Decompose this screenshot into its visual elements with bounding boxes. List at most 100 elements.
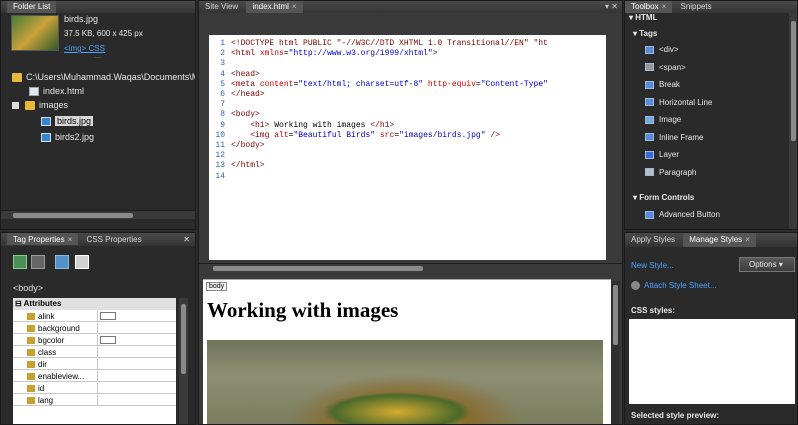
tab-apply-styles[interactable]: Apply Styles bbox=[625, 233, 681, 247]
code-line[interactable]: 8 <body> bbox=[211, 110, 606, 120]
attribute-row[interactable]: lang bbox=[13, 395, 176, 406]
file-index-html[interactable]: index.html bbox=[1, 85, 195, 97]
design-vscroll[interactable] bbox=[611, 281, 620, 424]
attribute-name: background bbox=[38, 324, 80, 333]
properties-icon[interactable] bbox=[75, 255, 89, 269]
toolbox-item[interactable]: Break bbox=[645, 78, 680, 91]
pin-icon[interactable]: ✕ bbox=[183, 233, 190, 246]
toolbox-vscroll[interactable] bbox=[789, 13, 797, 229]
tab-site-view[interactable]: Site View bbox=[199, 1, 244, 13]
code-line[interactable]: 9 <h1> Working with images </h1> bbox=[211, 121, 606, 131]
attribute-icon bbox=[27, 385, 35, 393]
attribute-row[interactable]: bgcolor bbox=[13, 335, 176, 346]
code-line[interactable]: 13 </html> bbox=[211, 161, 606, 171]
hscroll-thumb[interactable] bbox=[213, 266, 423, 271]
tab-folder-list[interactable]: Folder List bbox=[7, 1, 57, 13]
tab-tag-properties[interactable]: Tag Properties × bbox=[7, 233, 79, 245]
vscroll-thumb[interactable] bbox=[791, 21, 796, 141]
code-line[interactable]: 4 <head> bbox=[211, 70, 606, 80]
code-line[interactable]: 1 <!DOCTYPE html PUBLIC "-//W3C//DTD XHTM… bbox=[211, 39, 606, 49]
attribute-value[interactable] bbox=[97, 347, 176, 358]
close-icon[interactable]: × bbox=[292, 2, 297, 11]
code-line[interactable]: 7 bbox=[211, 100, 606, 110]
hscroll-thumb[interactable] bbox=[13, 213, 133, 218]
code-line[interactable]: 14 bbox=[211, 172, 606, 182]
birds-image[interactable] bbox=[207, 340, 603, 424]
attributes-header[interactable]: ⊟ Attributes bbox=[13, 298, 176, 310]
attribute-row[interactable]: alink bbox=[13, 311, 176, 322]
code-text: </head> bbox=[231, 90, 265, 100]
design-view[interactable]: body Working with images bbox=[203, 279, 611, 424]
attribute-value[interactable] bbox=[97, 323, 176, 334]
code-view[interactable]: 1 <!DOCTYPE html PUBLIC "-//W3C//DTD XHTM… bbox=[209, 35, 606, 260]
new-style-link[interactable]: New Style... bbox=[631, 261, 674, 270]
css-styles-list[interactable] bbox=[629, 319, 795, 404]
vscroll-thumb[interactable] bbox=[613, 285, 618, 345]
attribute-name: bgcolor bbox=[38, 336, 65, 345]
show-set-icon[interactable] bbox=[55, 255, 69, 269]
attribute-value[interactable] bbox=[97, 395, 176, 406]
attribute-value[interactable] bbox=[97, 335, 176, 346]
toolbox-item[interactable]: Inline Frame bbox=[645, 131, 703, 144]
close-icon[interactable]: × bbox=[662, 2, 667, 11]
file-birds2-jpg[interactable]: birds2.jpg bbox=[1, 131, 195, 143]
attribute-row[interactable]: dir bbox=[13, 359, 176, 370]
code-text: <body> bbox=[231, 110, 260, 120]
html-category[interactable]: ▾ HTML bbox=[629, 13, 657, 22]
file-birds-jpg[interactable]: birds.jpg bbox=[1, 115, 195, 127]
code-line[interactable]: 11 </body> bbox=[211, 141, 606, 151]
tab-css-properties[interactable]: CSS Properties bbox=[81, 233, 148, 245]
tab-manage-styles[interactable]: Manage Styles × bbox=[683, 233, 756, 247]
attribute-value[interactable] bbox=[97, 359, 176, 370]
tab-toolbox[interactable]: Toolbox × bbox=[625, 1, 673, 13]
options-button[interactable]: Options ▾ bbox=[739, 257, 795, 272]
close-icon[interactable]: × bbox=[745, 235, 750, 244]
code-line[interactable]: 6 </head> bbox=[211, 90, 606, 100]
folder-icon bbox=[25, 101, 35, 111]
folder-images[interactable]: images bbox=[1, 99, 195, 111]
tag-props-vscroll[interactable] bbox=[179, 298, 188, 424]
color-swatch[interactable] bbox=[100, 312, 116, 320]
tab-list-icon[interactable]: ▾ ✕ bbox=[605, 1, 618, 13]
toolbox-item[interactable]: <div> bbox=[645, 43, 679, 56]
alpha-sort-icon[interactable] bbox=[31, 255, 45, 269]
collapse-icon[interactable] bbox=[12, 102, 19, 110]
code-line[interactable]: 5 <meta content="text/html; charset=utf-8… bbox=[211, 80, 606, 90]
toolbox-item[interactable]: Layer bbox=[645, 148, 679, 161]
tag-selector[interactable]: body bbox=[206, 282, 228, 291]
attribute-value[interactable] bbox=[97, 311, 176, 322]
toolbox-item[interactable]: Horizontal Line bbox=[645, 96, 712, 109]
attribute-row[interactable]: id bbox=[13, 383, 176, 394]
attribute-value[interactable] bbox=[97, 371, 176, 382]
toolbox-item-advanced-button[interactable]: Advanced Button bbox=[645, 208, 720, 221]
attribute-row[interactable]: background bbox=[13, 323, 176, 334]
panel-splitter-dots[interactable]: .... bbox=[94, 53, 102, 60]
html-file-icon bbox=[29, 87, 39, 97]
code-line[interactable]: 2 <html xmlns="http://www.w3.org/1999/xht… bbox=[211, 49, 606, 59]
attribute-value[interactable] bbox=[97, 383, 176, 394]
attach-style-sheet-link[interactable]: Attach Style Sheet... bbox=[631, 281, 716, 291]
attribute-row[interactable]: enableview... bbox=[13, 371, 176, 382]
vscroll-thumb[interactable] bbox=[181, 304, 186, 374]
folder-list-hscroll[interactable] bbox=[1, 210, 195, 219]
code-line[interactable]: 3 bbox=[211, 59, 606, 69]
toolbox-item[interactable]: Paragraph bbox=[645, 166, 696, 179]
file-links[interactable]: <img> CSS bbox=[64, 44, 105, 53]
close-icon[interactable]: × bbox=[68, 235, 73, 244]
toolbox-panel: Toolbox × Snippets ▾ HTML ▾ Tags <div> <sp… bbox=[624, 0, 798, 230]
code-line[interactable]: 10 <img alt="Beautiful Birds" src="image… bbox=[211, 131, 606, 141]
image-file-icon bbox=[41, 117, 51, 127]
tab-snippets[interactable]: Snippets bbox=[674, 1, 717, 13]
sort-icon[interactable] bbox=[13, 255, 27, 269]
toolbox-item[interactable]: <span> bbox=[645, 61, 686, 74]
code-line[interactable]: 12 bbox=[211, 151, 606, 161]
folder-root[interactable]: C:\Users\Muhammad.Waqas\Documents\M bbox=[1, 71, 195, 83]
form-controls-category[interactable]: ▾ Form Controls bbox=[633, 193, 694, 202]
tab-index-html[interactable]: index.html × bbox=[246, 1, 303, 13]
line-number: 2 bbox=[220, 49, 225, 59]
color-swatch[interactable] bbox=[100, 336, 116, 344]
tags-category[interactable]: ▾ Tags bbox=[633, 29, 657, 38]
code-hscroll[interactable] bbox=[199, 263, 622, 272]
toolbox-item[interactable]: Image bbox=[645, 113, 681, 126]
attribute-row[interactable]: class bbox=[13, 347, 176, 358]
